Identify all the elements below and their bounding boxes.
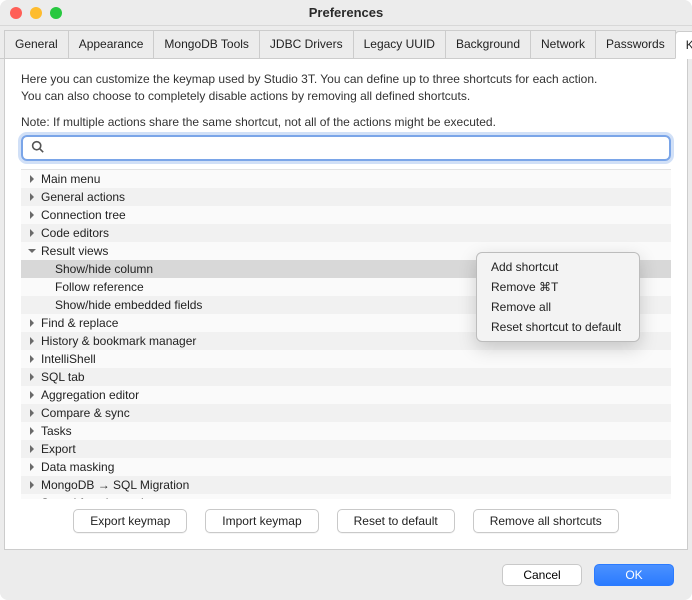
close-icon[interactable]	[10, 7, 22, 19]
tree-group-label: Aggregation editor	[39, 388, 491, 402]
chevron-right-icon[interactable]	[25, 175, 39, 183]
chevron-down-icon[interactable]	[25, 247, 39, 255]
tree-group[interactable]: Connection tree	[21, 206, 671, 224]
tree-group[interactable]: Data masking	[21, 458, 671, 476]
menu-remove-shortcut[interactable]: Remove ⌘T	[477, 277, 639, 297]
chevron-right-icon[interactable]	[25, 337, 39, 345]
note-text: Note: If multiple actions share the same…	[21, 115, 671, 129]
reset-to-default-button[interactable]: Reset to default	[337, 509, 455, 533]
tree-group[interactable]: General actions	[21, 188, 671, 206]
chevron-right-icon[interactable]	[25, 193, 39, 201]
tab-appearance[interactable]: Appearance	[68, 30, 155, 58]
tree-group-label: Stored functions tab	[39, 496, 491, 499]
tree-group-label: Find & replace	[39, 316, 491, 330]
window-title: Preferences	[309, 5, 383, 20]
intro-line-1: Here you can customize the keymap used b…	[21, 71, 671, 88]
chevron-right-icon[interactable]	[25, 427, 39, 435]
chevron-right-icon[interactable]	[25, 355, 39, 363]
titlebar: Preferences	[0, 0, 692, 26]
tree-group-label: Connection tree	[39, 208, 491, 222]
tab-bar: General Appearance MongoDB Tools JDBC Dr…	[0, 26, 692, 59]
import-keymap-button[interactable]: Import keymap	[205, 509, 318, 533]
tab-general[interactable]: General	[4, 30, 69, 58]
tree-group-label: SQL tab	[39, 370, 491, 384]
tree-group-label: Tasks	[39, 424, 491, 438]
tree-group-label: Compare & sync	[39, 406, 491, 420]
intro-text: Here you can customize the keymap used b…	[21, 71, 671, 105]
tree-group-label: MongoDB → SQL Migration	[39, 478, 491, 492]
tree-group[interactable]: Stored functions tab	[21, 494, 671, 499]
preferences-window: Preferences General Appearance MongoDB T…	[0, 0, 692, 600]
tree-group[interactable]: Tasks	[21, 422, 671, 440]
chevron-right-icon[interactable]	[25, 409, 39, 417]
dialog-footer: Cancel OK	[0, 554, 692, 600]
tab-jdbc-drivers[interactable]: JDBC Drivers	[259, 30, 354, 58]
chevron-right-icon[interactable]	[25, 373, 39, 381]
chevron-right-icon[interactable]	[25, 391, 39, 399]
search-input[interactable]	[21, 135, 671, 161]
tree-group[interactable]: Aggregation editor	[21, 386, 671, 404]
tree-group-label: History & bookmark manager	[39, 334, 491, 348]
ok-button[interactable]: OK	[594, 564, 674, 586]
tree-group-label: IntelliShell	[39, 352, 491, 366]
tree-group-label: Export	[39, 442, 491, 456]
tree-item-label: Follow reference	[53, 280, 491, 294]
tree-group-label: Result views	[39, 244, 491, 258]
intro-line-2: You can also choose to completely disabl…	[21, 88, 671, 105]
menu-reset-shortcut[interactable]: Reset shortcut to default	[477, 317, 639, 337]
tree-group[interactable]: Code editors	[21, 224, 671, 242]
tab-passwords[interactable]: Passwords	[595, 30, 676, 58]
context-menu[interactable]: Add shortcut Remove ⌘T Remove all Reset …	[476, 252, 640, 342]
fullscreen-icon[interactable]	[50, 7, 62, 19]
action-button-row: Export keymap Import keymap Reset to def…	[21, 499, 671, 539]
tree-group-label: Data masking	[39, 460, 491, 474]
tree-group[interactable]: SQL tab	[21, 368, 671, 386]
chevron-right-icon[interactable]	[25, 463, 39, 471]
tree-item-label: Show/hide embedded fields	[53, 298, 491, 312]
remove-all-shortcuts-button[interactable]: Remove all shortcuts	[473, 509, 619, 533]
tree-group-label: General actions	[39, 190, 491, 204]
tab-network[interactable]: Network	[530, 30, 596, 58]
traffic-lights	[10, 7, 62, 19]
tree-group[interactable]: MongoDB → SQL Migration	[21, 476, 671, 494]
tree-group[interactable]: Main menu	[21, 170, 671, 188]
search-wrapper	[21, 135, 671, 161]
tab-legacy-uuid[interactable]: Legacy UUID	[353, 30, 446, 58]
tree-item-label: Show/hide column	[53, 262, 491, 276]
tree-group[interactable]: IntelliShell	[21, 350, 671, 368]
chevron-right-icon[interactable]	[25, 229, 39, 237]
tree-group-label: Code editors	[39, 226, 491, 240]
tab-keymap[interactable]: Keymap	[675, 31, 692, 59]
tab-mongodb-tools[interactable]: MongoDB Tools	[153, 30, 260, 58]
tree-group-label: Main menu	[39, 172, 491, 186]
menu-add-shortcut[interactable]: Add shortcut	[477, 257, 639, 277]
cancel-button[interactable]: Cancel	[502, 564, 582, 586]
tree-group[interactable]: Compare & sync	[21, 404, 671, 422]
tab-background[interactable]: Background	[445, 30, 531, 58]
chevron-right-icon[interactable]	[25, 481, 39, 489]
minimize-icon[interactable]	[30, 7, 42, 19]
export-keymap-button[interactable]: Export keymap	[73, 509, 187, 533]
tree-group[interactable]: Export	[21, 440, 671, 458]
chevron-right-icon[interactable]	[25, 445, 39, 453]
menu-remove-all[interactable]: Remove all	[477, 297, 639, 317]
chevron-right-icon[interactable]	[25, 211, 39, 219]
chevron-right-icon[interactable]	[25, 319, 39, 327]
